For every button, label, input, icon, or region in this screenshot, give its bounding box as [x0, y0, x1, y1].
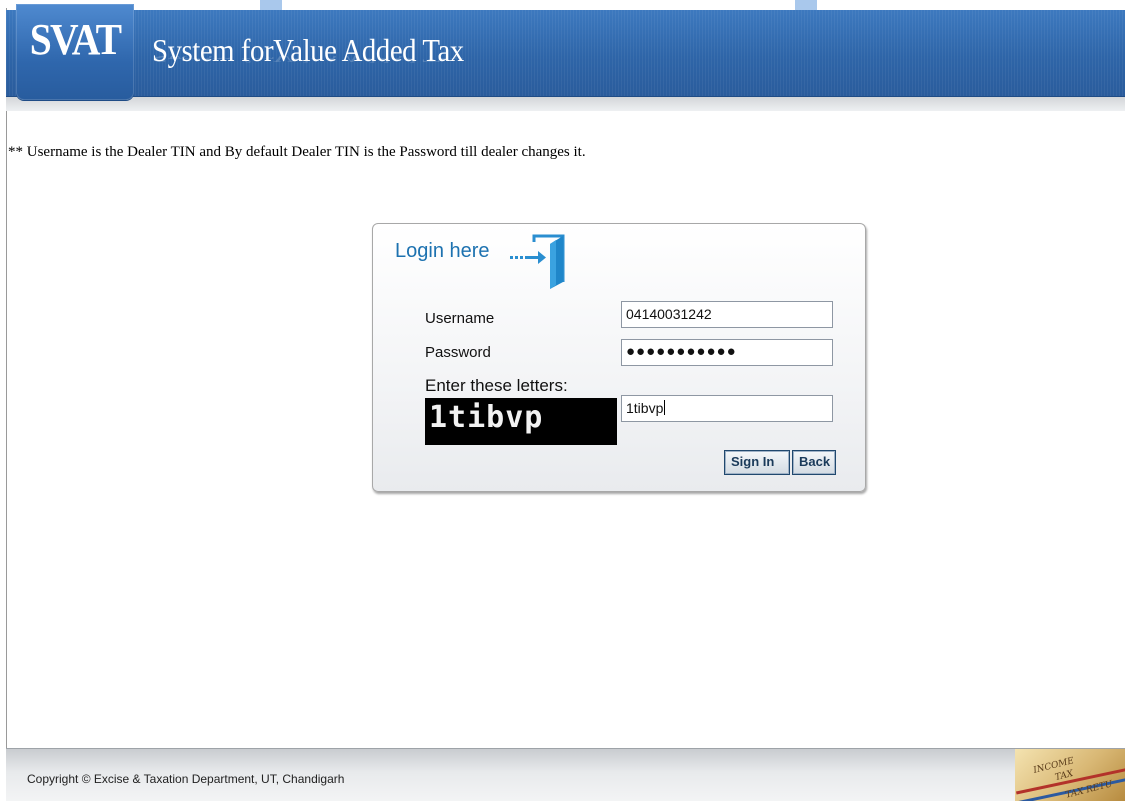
page-left-border — [6, 8, 7, 800]
login-title: Login here — [395, 240, 490, 262]
captcha-caption: Enter these letters: — [425, 376, 568, 395]
password-label: Password — [425, 344, 491, 361]
door-enter-icon — [510, 234, 565, 289]
captcha-input[interactable]: 1tibvp — [621, 395, 833, 422]
captcha-image: 1tibvp — [425, 398, 617, 445]
top-accent-left — [260, 0, 282, 10]
password-input[interactable]: ●●●●●●●●●●● — [621, 339, 833, 366]
login-panel: Login here Username 04140031242 Password… — [372, 223, 866, 492]
username-input[interactable]: 04140031242 — [621, 301, 833, 328]
username-label: Username — [425, 310, 495, 327]
tax-return-image: INCOME TAX TAX RETU — [1015, 749, 1125, 801]
app-title-reflection: System forValue Added Tax — [152, 56, 464, 66]
text-caret — [664, 400, 666, 415]
page-footer: Copyright © Excise & Taxation Department… — [6, 748, 1125, 801]
sign-in-button[interactable]: Sign In — [724, 450, 790, 475]
logo-text: SVAT — [29, 15, 122, 64]
app-header: System forValue Added Tax System forValu… — [6, 10, 1125, 97]
header-underbar — [6, 97, 1125, 111]
svat-logo: SVAT — [16, 4, 134, 100]
login-info-note: ** Username is the Dealer TIN and By def… — [8, 144, 586, 160]
copyright-text: Copyright © Excise & Taxation Department… — [27, 772, 345, 786]
top-accent-right — [795, 0, 817, 10]
back-button[interactable]: Back — [792, 450, 836, 475]
captcha-input-value: 1tibvp — [626, 400, 664, 416]
